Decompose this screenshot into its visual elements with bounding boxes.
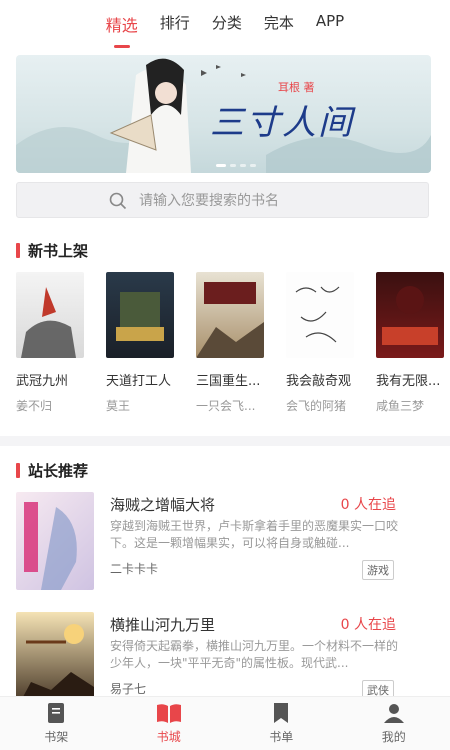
book-description: 穿越到海贼王世界，卢卡斯拿着手里的恶魔果实一口咬下。这是一颗增幅果实，可以将自身… xyxy=(110,519,399,550)
book-name: 天道打工人 xyxy=(106,374,172,389)
tab-featured[interactable]: 精选 xyxy=(106,12,138,42)
book-name: 横推山河九万里 xyxy=(110,616,216,634)
book-cover xyxy=(16,492,94,590)
book-item[interactable]: 三国重生... 一只会飞... xyxy=(196,272,266,414)
book-cover xyxy=(376,272,444,358)
nav-bookstore[interactable]: 书城 xyxy=(113,697,226,750)
banner-subtitle: 耳根 著 xyxy=(278,81,315,94)
bottom-nav: 书架 书城 书单 我的 xyxy=(0,696,450,750)
book-cover xyxy=(16,272,84,358)
book-name: 武冠九州 xyxy=(16,374,69,389)
top-tabs: 精选 排行 分类 完本 APP xyxy=(0,12,450,42)
bookmark-icon xyxy=(274,703,289,723)
book-item[interactable]: 我有无限... 咸鱼三梦 xyxy=(376,272,446,414)
book-author: 会飞的阿猪 xyxy=(286,399,347,413)
book-name: 我会敲奇观 xyxy=(286,374,352,389)
tab-category[interactable]: 分类 xyxy=(212,12,242,42)
book-author: 二卡卡卡 xyxy=(110,562,159,576)
reader-count: 0 人在追 xyxy=(340,497,396,513)
nav-booklist[interactable]: 书单 xyxy=(225,697,338,750)
user-icon xyxy=(383,704,404,723)
book-cover xyxy=(196,272,264,358)
book-author: 莫王 xyxy=(106,399,131,413)
book-description: 安得倚天起霸拳，横推山河九万里。一个材料不一样的少年人，一块"平平无奇"的属性板… xyxy=(110,639,399,670)
reader-count: 0 人在追 xyxy=(340,617,396,633)
nav-bookshelf[interactable]: 书架 xyxy=(0,697,113,750)
genre-tag[interactable]: 游戏 xyxy=(362,560,394,580)
banner-title: 三寸人间 xyxy=(210,103,354,143)
open-book-icon xyxy=(156,704,181,723)
book-author: 姜不归 xyxy=(16,399,53,413)
carousel-indicator xyxy=(216,164,256,167)
section-recommend: 站长推荐 xyxy=(16,460,88,481)
section-divider xyxy=(0,436,450,446)
new-books-list: 武冠九州 姜不归 天道打工人 莫王 三国重生... 一只会飞... 我会敲奇观 … xyxy=(16,272,446,414)
section-title: 站长推荐 xyxy=(28,462,89,480)
book-item[interactable]: 我会敲奇观 会飞的阿猪 xyxy=(286,272,356,414)
nav-label: 书城 xyxy=(156,730,181,744)
book-name: 我有无限... xyxy=(376,374,441,389)
search-placeholder: 请输入您要搜索的书名 xyxy=(139,193,279,209)
book-author: 易子七 xyxy=(110,682,147,696)
nav-label: 书单 xyxy=(269,730,294,744)
tab-completed[interactable]: 完本 xyxy=(264,12,294,42)
book-cover xyxy=(286,272,354,358)
book-author: 咸鱼三梦 xyxy=(376,399,425,413)
book-item[interactable]: 天道打工人 莫王 xyxy=(106,272,176,414)
book-item[interactable]: 武冠九州 姜不归 xyxy=(16,272,86,414)
book-name: 三国重生... xyxy=(196,374,261,389)
recommend-item[interactable]: 海贼之增幅大将 0 人在追 穿越到海贼王世界，卢卡斯拿着手里的恶魔果实一口咬下。… xyxy=(16,492,434,594)
section-new-books: 新书上架 xyxy=(16,240,88,261)
tab-ranking[interactable]: 排行 xyxy=(160,12,190,42)
tab-app[interactable]: APP xyxy=(316,12,344,42)
book-author: 一只会飞... xyxy=(196,399,256,413)
bookshelf-icon xyxy=(48,703,65,723)
search-input[interactable]: 请输入您要搜索的书名 xyxy=(16,182,429,218)
banner-carousel[interactable]: 耳根 著 三寸人间 xyxy=(16,55,431,173)
book-name: 海贼之增幅大将 xyxy=(110,496,216,514)
section-title: 新书上架 xyxy=(28,242,89,260)
nav-label: 我的 xyxy=(381,730,406,744)
nav-profile[interactable]: 我的 xyxy=(338,697,450,750)
nav-label: 书架 xyxy=(44,730,69,744)
search-icon xyxy=(109,192,127,210)
book-cover xyxy=(106,272,174,358)
